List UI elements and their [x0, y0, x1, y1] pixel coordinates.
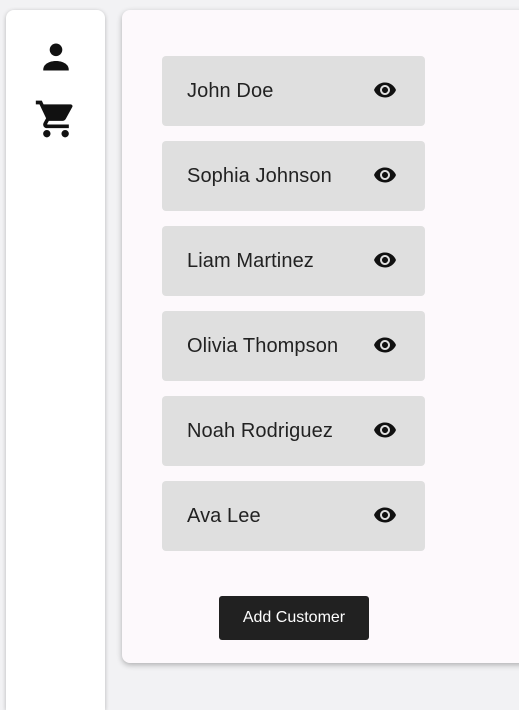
- customer-name: Noah Rodriguez: [187, 419, 333, 442]
- customer-name: John Doe: [187, 79, 274, 102]
- eye-icon: [373, 248, 397, 277]
- view-customer-button[interactable]: [373, 420, 397, 444]
- eye-icon: [373, 163, 397, 192]
- view-customer-button[interactable]: [373, 80, 397, 104]
- customer-name: Ava Lee: [187, 504, 261, 527]
- view-customer-button[interactable]: [373, 335, 397, 359]
- eye-icon: [373, 418, 397, 447]
- customer-item[interactable]: John Doe: [162, 56, 425, 126]
- customer-panel: John Doe Sophia Johnson Liam Martinez Ol…: [122, 10, 519, 663]
- customer-item[interactable]: Noah Rodriguez: [162, 396, 425, 466]
- eye-icon: [373, 333, 397, 362]
- view-customer-button[interactable]: [373, 250, 397, 274]
- customer-item[interactable]: Sophia Johnson: [162, 141, 425, 211]
- shopping-cart-icon: [34, 97, 78, 146]
- customer-name: Sophia Johnson: [187, 164, 332, 187]
- person-icon: [38, 39, 74, 80]
- customer-name: Liam Martinez: [187, 249, 314, 272]
- customer-list: John Doe Sophia Johnson Liam Martinez Ol…: [162, 56, 425, 566]
- sidebar: [6, 10, 105, 710]
- eye-icon: [373, 78, 397, 107]
- customer-name: Olivia Thompson: [187, 334, 339, 357]
- customer-item[interactable]: Olivia Thompson: [162, 311, 425, 381]
- add-customer-button[interactable]: Add Customer: [219, 596, 369, 640]
- view-customer-button[interactable]: [373, 505, 397, 529]
- eye-icon: [373, 503, 397, 532]
- customer-item[interactable]: Ava Lee: [162, 481, 425, 551]
- view-customer-button[interactable]: [373, 165, 397, 189]
- nav-customers-button[interactable]: [28, 35, 84, 83]
- nav-orders-button[interactable]: [28, 97, 84, 145]
- customer-item[interactable]: Liam Martinez: [162, 226, 425, 296]
